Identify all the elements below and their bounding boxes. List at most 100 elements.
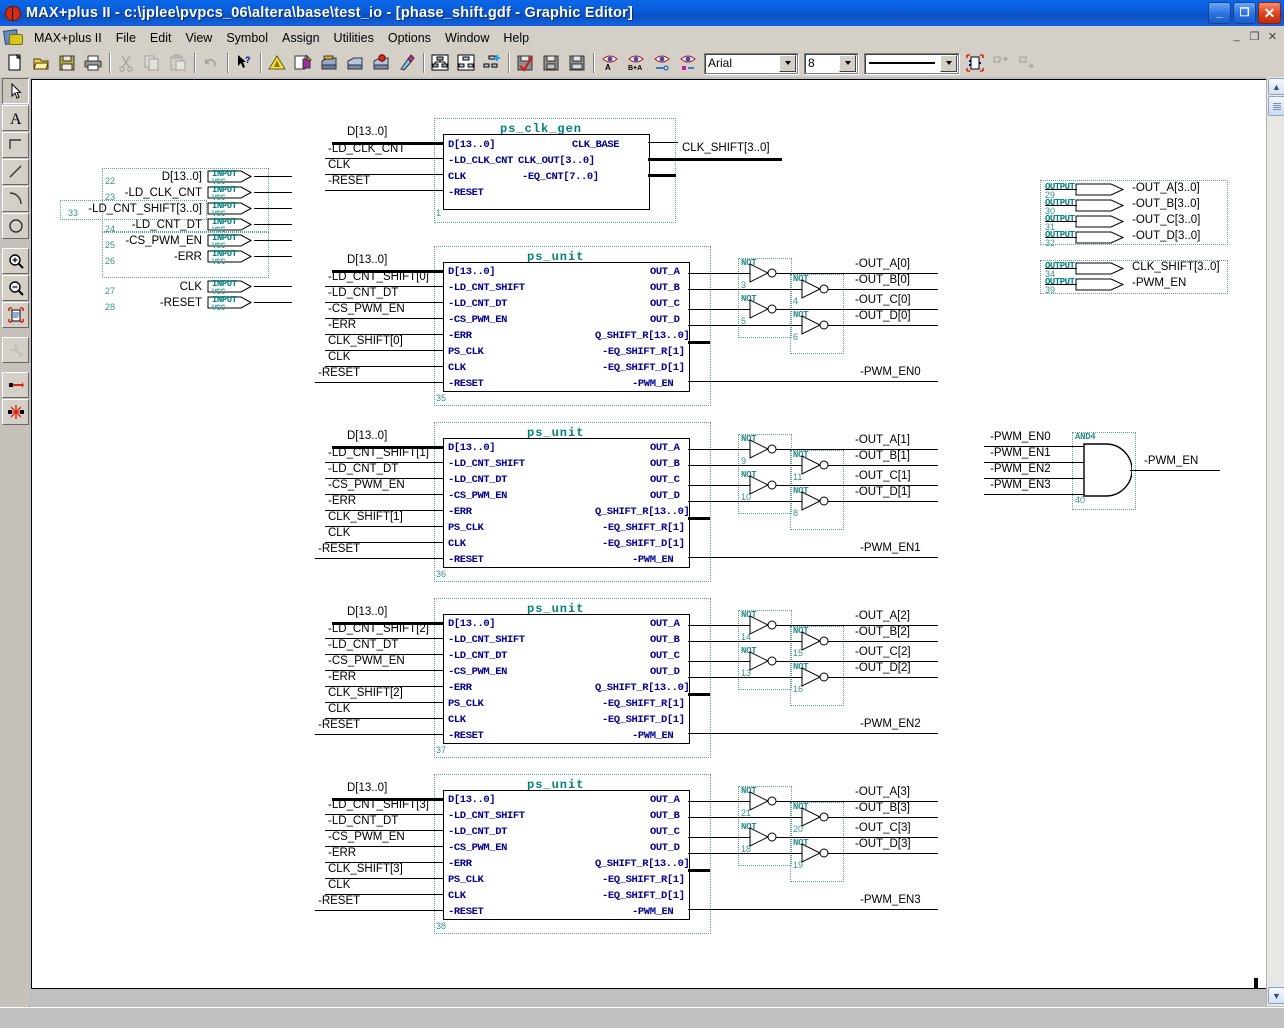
find-previous-icon[interactable] xyxy=(676,51,700,75)
not-gate-u0-1[interactable] xyxy=(748,298,784,325)
find-text-icon[interactable]: A xyxy=(598,51,622,75)
font-size-combo[interactable]: 8 xyxy=(804,52,858,74)
align-icon-1[interactable] xyxy=(989,51,1013,75)
not-gate-u2-1[interactable] xyxy=(748,650,784,677)
simulator-icon[interactable] xyxy=(291,51,315,75)
flip-tool[interactable] xyxy=(2,399,29,425)
and-gate-shape[interactable] xyxy=(1082,442,1133,503)
scroll-thumb[interactable] xyxy=(1268,96,1284,116)
wire-u0-qshift xyxy=(688,341,710,344)
scroll-down-button[interactable]: ▼ xyxy=(1268,987,1284,1004)
hierarchy-display-icon[interactable] xyxy=(428,51,452,75)
selection-tool[interactable] xyxy=(2,78,29,104)
menu-item-maxplus2[interactable]: MAX+plus II xyxy=(27,29,109,47)
and-gate-label: AND4 xyxy=(1075,432,1096,442)
menu-item-assign[interactable]: Assign xyxy=(275,29,327,47)
chevron-down-icon[interactable] xyxy=(779,54,796,72)
new-file-icon[interactable] xyxy=(3,51,27,75)
wire-label-clkgen-in-2: CLK xyxy=(328,159,351,171)
ps-unit-2-out-2: OUT_C xyxy=(650,650,680,662)
menu-item-symbol[interactable]: Symbol xyxy=(219,29,275,47)
circle-tool[interactable] xyxy=(2,213,29,239)
symbol-props-icon[interactable] xyxy=(963,51,987,75)
save-compile-icon[interactable] xyxy=(539,51,563,75)
cut-icon[interactable] xyxy=(114,51,138,75)
zoom-in-tool[interactable] xyxy=(2,248,29,274)
copy-icon[interactable] xyxy=(140,51,164,75)
mdi-close-button[interactable]: ✕ xyxy=(1265,29,1280,43)
orthogonal-line-tool[interactable] xyxy=(2,132,29,158)
ps-unit-2-out-7: -PWM_EN xyxy=(632,730,674,742)
mdi-minimize-button[interactable]: _ xyxy=(1229,29,1244,43)
line-style-combo[interactable] xyxy=(864,52,959,74)
arc-tool[interactable] xyxy=(2,186,29,212)
menu-item-utilities[interactable]: Utilities xyxy=(327,29,381,47)
input-pin-num-3: 24 xyxy=(105,224,116,234)
save-check-icon[interactable] xyxy=(513,51,537,75)
and-output-label: -PWM_EN xyxy=(1144,455,1199,467)
font-family-combo[interactable]: Arial xyxy=(704,52,798,74)
print-icon[interactable] xyxy=(81,51,105,75)
not-gate-u0-3[interactable] xyxy=(800,314,836,341)
not-gate-u2-0[interactable] xyxy=(748,614,784,641)
undo-icon[interactable] xyxy=(199,51,223,75)
output-pin-shape-3[interactable] xyxy=(1075,231,1127,249)
document-app-icon[interactable] xyxy=(3,29,23,46)
minimize-button[interactable]: _ xyxy=(1208,2,1231,24)
fit-in-window-tool[interactable] xyxy=(2,302,29,328)
menu-item-view[interactable]: View xyxy=(178,29,219,47)
close-button[interactable]: ✕ xyxy=(1258,2,1281,24)
svg-text:?: ? xyxy=(245,55,251,65)
find-next-icon[interactable] xyxy=(650,51,674,75)
not-gate-u3-3[interactable] xyxy=(800,842,836,869)
not-gate-u3-1[interactable] xyxy=(748,826,784,853)
project-hierarchy-icon[interactable] xyxy=(454,51,478,75)
open-file-icon[interactable] xyxy=(29,51,53,75)
not-gate-u2-2[interactable] xyxy=(800,630,836,657)
not-gate-u0-2[interactable] xyxy=(800,278,836,305)
chevron-down-icon[interactable] xyxy=(839,54,856,72)
text-tool[interactable]: A xyxy=(2,105,29,131)
menu-item-window[interactable]: Window xyxy=(438,29,496,47)
not-gate-u1-1[interactable] xyxy=(748,474,784,501)
schematic-canvas[interactable]: D[13..0] 22 INPUT VCC -LD_CLK_CNT 23 INP… xyxy=(31,79,1268,989)
context-help-icon[interactable]: ? xyxy=(232,51,256,75)
menu-item-file[interactable]: File xyxy=(109,29,143,47)
ps-unit-0-in-4: -ERR xyxy=(448,330,472,342)
rubberbanding-tool[interactable] xyxy=(2,372,29,398)
output-pin-shape-5[interactable] xyxy=(1075,278,1127,296)
align-icon-2[interactable] xyxy=(1015,51,1039,75)
save-simulate-icon[interactable] xyxy=(565,51,589,75)
paste-icon[interactable] xyxy=(166,51,190,75)
menu-item-edit[interactable]: Edit xyxy=(143,29,179,47)
mdi-restore-button[interactable]: ❐ xyxy=(1247,29,1262,43)
not-gate-u1-2[interactable] xyxy=(800,454,836,481)
diagonal-line-tool[interactable] xyxy=(2,159,29,185)
floorplan-editor-icon[interactable] xyxy=(395,51,419,75)
message-processor-icon[interactable] xyxy=(369,51,393,75)
menu-item-options[interactable]: Options xyxy=(381,29,438,47)
not-gate-u1-3[interactable] xyxy=(800,490,836,517)
compiler-icon[interactable] xyxy=(265,51,289,75)
menu-item-help[interactable]: Help xyxy=(496,29,536,47)
node-snap-tool[interactable] xyxy=(2,337,29,363)
vertical-scrollbar[interactable]: ▲ ▼ xyxy=(1266,77,1284,1006)
wire-u2-outA-in xyxy=(688,625,750,626)
not-gate-u3-0[interactable] xyxy=(748,790,784,817)
not-gate-u0-0[interactable] xyxy=(748,262,784,289)
wire-u3-outD xyxy=(828,853,938,854)
programmer-icon[interactable] xyxy=(343,51,367,75)
scroll-up-button[interactable]: ▲ xyxy=(1268,78,1284,95)
restore-button[interactable]: ❐ xyxy=(1233,2,1256,24)
zoom-out-tool[interactable] xyxy=(2,275,29,301)
hierarchy-add-icon[interactable] xyxy=(480,51,504,75)
chevron-down-icon[interactable] xyxy=(940,54,957,72)
find-node-icon[interactable]: B+A xyxy=(624,51,648,75)
ps-unit-1-in-6: CLK xyxy=(448,538,466,550)
not-gate-u1-0[interactable] xyxy=(748,438,784,465)
not-gate-u3-2[interactable] xyxy=(800,806,836,833)
ps-unit-0-out-0: OUT_A xyxy=(650,266,680,278)
save-file-icon[interactable] xyxy=(55,51,79,75)
timing-analyzer-icon[interactable] xyxy=(317,51,341,75)
not-gate-u2-3[interactable] xyxy=(800,666,836,693)
